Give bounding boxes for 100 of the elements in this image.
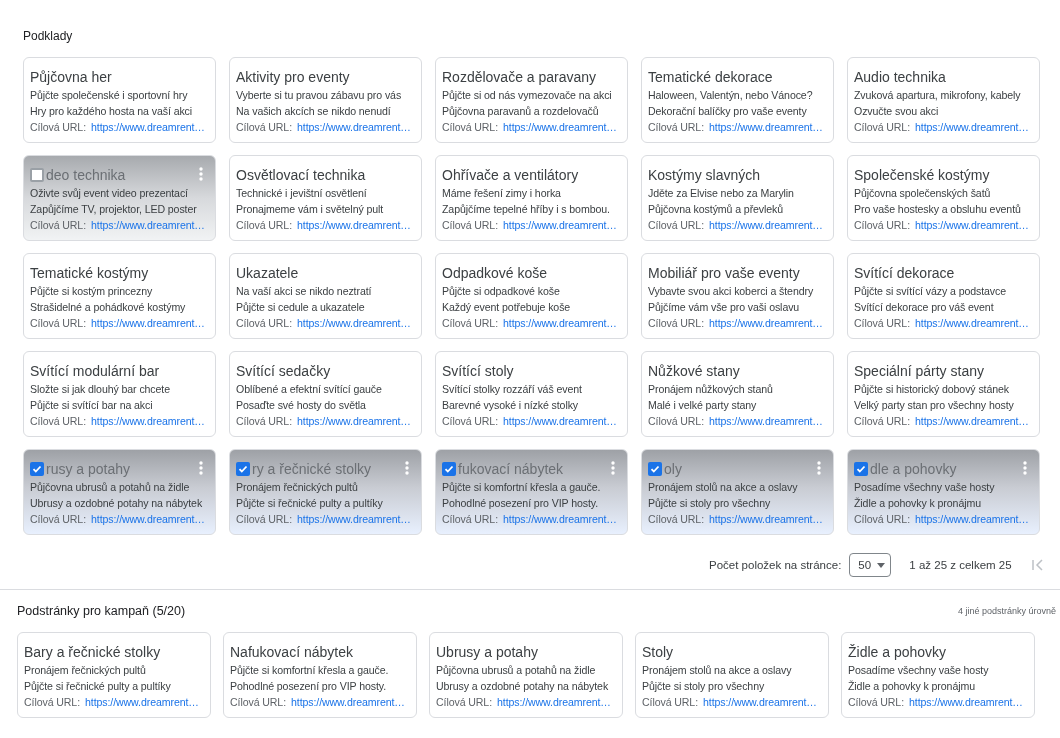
url-link[interactable]: https://www.dreamrent… (703, 694, 817, 710)
url-link[interactable]: https://www.dreamrent… (297, 217, 411, 233)
card-description: Pronájem stolů na akce a oslavy (648, 480, 798, 495)
subpage-card[interactable]: Ubrusy a potahy Půjčovna ubrusů a potahů na židle Ubrusy a ozdobné potahy na nábytek Cílová URL: https://www.dreamrent… (429, 632, 623, 718)
url-link[interactable]: https://www.dreamrent… (91, 413, 205, 429)
card-title: Ukazatele (236, 265, 299, 281)
url-link[interactable]: https://www.dreamrent… (709, 413, 823, 429)
asset-card[interactable]: Odpadkové koše Půjčte si odpadkové koše Každý event potřebuje koše Cílová URL: https://www.dreamrent… (435, 253, 628, 339)
subpage-card[interactable]: Nafukovací nábytek Půjčte si komfortní křesla a gauče. Pohodlné posezení pro VIP hosty. Cílová URL: https://www.dreamrent… (223, 632, 417, 718)
card-title: Půjčovna her (30, 69, 112, 85)
card-title: Odpadkové koše (442, 265, 548, 281)
url-link[interactable]: https://www.dreamrent… (297, 413, 411, 429)
per-page-label: Počet položek na stránce: (709, 559, 842, 571)
asset-card[interactable]: Svítící dekorace Půjčte si svítící vázy a podstavce Svítící dekorace pro váš event Cílová URL: https://www.dreamrent… (847, 253, 1040, 339)
asset-card[interactable]: Svítící sedačky Oblíbené a efektní svítící gauče Posaďte své hosty do světla Cílová URL: https://www.dreamrent… (229, 351, 422, 437)
url-link[interactable]: https://www.dreamrent… (915, 119, 1029, 135)
asset-card[interactable]: Kostýmy slavných Jděte za Elvise nebo za Marylin Půjčovna kostýmů a převleků Cílová URL: https://www.dreamrent… (641, 155, 834, 241)
card-description: Půjčte si kostým princezny (30, 284, 153, 299)
url-label: Cílová URL: (230, 695, 286, 710)
card-description: Zapůjčíme tepelné hříby i s bombou. (442, 202, 610, 217)
per-page-select[interactable]: 50 (849, 553, 892, 577)
card-title: Tematické kostýmy (30, 265, 149, 281)
url-link[interactable]: https://www.dreamrent… (297, 315, 411, 331)
url-link[interactable]: https://www.dreamrent… (297, 511, 411, 527)
url-link[interactable]: https://www.dreamrent… (91, 217, 205, 233)
card-title: Svítící sedačky (236, 363, 331, 379)
card-title: Kostýmy slavných (648, 167, 761, 183)
url-link[interactable]: https://www.dreamrent… (85, 694, 199, 710)
card-description: Pro vaše hostesky a obsluhu eventů (854, 202, 1021, 217)
asset-card[interactable]: Aktivity pro eventy Vyberte si tu pravou zábavu pro vás Na vašich akcích se nikdo nenudí Cílová URL: https://www.dreamrent… (229, 57, 422, 143)
asset-card[interactable]: Ohřívače a ventilátory Máme řešení zimy i horka Zapůjčíme tepelné hříby i s bombou. Cílová URL: https://www.dreamrent… (435, 155, 628, 241)
asset-card[interactable]: oly Pronájem stolů na akce a oslavy Půjčte si stoly pro všechny Cílová URL: https://www.dreamrent… (641, 449, 834, 535)
asset-card[interactable]: dle a pohovky Posadíme všechny vaše hosty Židle a pohovky k pronájmu Cílová URL: https://www.dreamrent… (847, 449, 1040, 535)
url-link[interactable]: https://www.dreamrent… (297, 119, 411, 135)
asset-card[interactable]: Tematické kostýmy Půjčte si kostým princezny Strašidelné a pohádkové kostýmy Cílová URL: https://www.dreamrent… (23, 253, 216, 339)
url-link[interactable]: https://www.dreamrent… (291, 694, 405, 710)
card-title: Stoly (642, 644, 674, 660)
subpages-note: 4 jiné podstránky úrovně (957, 606, 1056, 616)
url-link[interactable]: https://www.dreamrent… (909, 694, 1023, 710)
card-description: Půjčte si odpadkové koše (442, 284, 560, 299)
card-description: Velký party stan pro všechny hosty (854, 398, 1014, 413)
url-link[interactable]: https://www.dreamrent… (915, 315, 1029, 331)
url-label: Cílová URL: (648, 512, 704, 527)
url-link[interactable]: https://www.dreamrent… (915, 217, 1029, 233)
card-description: Vyberte si tu pravou zábavu pro vás (236, 88, 402, 103)
card-title: Svítící modulární bar (30, 363, 160, 379)
card-description: Půjčovna společenských šatů (854, 186, 991, 201)
card-description: Půjčte si komfortní křesla a gauče. (442, 480, 601, 495)
card-description: Hry pro každého hosta na vaší akci (30, 104, 193, 119)
url-label: Cílová URL: (30, 512, 86, 527)
url-label: Cílová URL: (436, 695, 492, 710)
card-description: Posaďte své hosty do světla (236, 398, 366, 413)
asset-card[interactable]: Nůžkové stany Pronájem nůžkových stanů Malé i velké party stany Cílová URL: https://www.dreamrent… (641, 351, 834, 437)
asset-card[interactable]: Speciální párty stany Půjčte si historický dobový stánek Velký party stan pro všechny hosty Cílová URL: https://www.dreamrent… (847, 351, 1040, 437)
asset-card[interactable]: Svítící modulární bar Složte si jak dlouhý bar chcete Půjčte si svítící bar na akci Cílová URL: https://www.dreamrent… (23, 351, 216, 437)
url-link[interactable]: https://www.dreamrent… (503, 315, 617, 331)
asset-card[interactable]: Tematické dekorace Haloween, Valentýn, nebo Vánoce? Dekorační balíčky pro vaše eventy Cílová URL: https://www.dreamrent… (641, 57, 834, 143)
asset-card[interactable]: Audio technika Zvuková apartura, mikrofony, kabely Ozvučte svou akci Cílová URL: https://www.dreamrent… (847, 57, 1040, 143)
card-description: Půjčte si cedule a ukazatele (236, 300, 365, 315)
asset-card[interactable]: deo technika Oživte svůj event video prezentací Zapůjčíme TV, projektor, LED poster Cílová URL: https://www.dreamrent… (23, 155, 216, 241)
subpage-card[interactable]: Stoly Pronájem stolů na akce a oslavy Půjčte si stoly pro všechny Cílová URL: https://www.dreamrent… (635, 632, 829, 718)
url-link[interactable]: https://www.dreamrent… (91, 315, 205, 331)
asset-card[interactable]: Rozdělovače a paravany Půjčte si od nás vymezovače na akci Půjčovna paravanů a rozdelovačů Cílová URL: https://www.dreamrent… (435, 57, 628, 143)
subpage-card[interactable]: Židle a pohovky Posadíme všechny vaše hosty Židle a pohovky k pronájmu Cílová URL: https://www.dreamrent… (841, 632, 1035, 718)
card-description: Na vašich akcích se nikdo nenudí (236, 104, 391, 119)
card-description: Jděte za Elvise nebo za Marylin (648, 186, 794, 201)
card-description: Zapůjčíme TV, projektor, LED poster (30, 202, 197, 217)
url-label: Cílová URL: (236, 414, 292, 429)
card-title: Audio technika (854, 69, 946, 85)
url-link[interactable]: https://www.dreamrent… (503, 413, 617, 429)
asset-card[interactable]: ry a řečnické stolky Pronájem řečnických pultů Půjčte si řečnické pulty a pultíky Cílová URL: https://www.dreamrent… (229, 449, 422, 535)
url-label: Cílová URL: (442, 512, 498, 527)
url-link[interactable]: https://www.dreamrent… (915, 511, 1029, 527)
url-link[interactable]: https://www.dreamrent… (915, 413, 1029, 429)
card-description: Ubrusy a ozdobné potahy na nábytek (30, 496, 203, 511)
asset-card[interactable]: Společenské kostýmy Půjčovna společenských šatů Pro vaše hostesky a obsluhu eventů Cílová URL: https://www.dreamrent… (847, 155, 1040, 241)
url-link[interactable]: https://www.dreamrent… (497, 694, 611, 710)
asset-card[interactable]: Osvětlovací technika Technické i jevištní osvětlení Pronajmeme vám i světelný pult Cílová URL: https://www.dreamrent… (229, 155, 422, 241)
asset-card[interactable]: Půjčovna her Půjčte společenské i sportovní hry Hry pro každého hosta na vaší akci Cílová URL: https://www.dreamrent… (23, 57, 216, 143)
url-link[interactable]: https://www.dreamrent… (709, 119, 823, 135)
url-link[interactable]: https://www.dreamrent… (91, 511, 205, 527)
url-link[interactable]: https://www.dreamrent… (503, 119, 617, 135)
url-link[interactable]: https://www.dreamrent… (709, 511, 823, 527)
asset-card[interactable]: fukovací nábytek Půjčte si komfortní křesla a gauče. Pohodlné posezení pro VIP hosty. Cílová URL: https://www.dreamrent… (435, 449, 628, 535)
asset-card[interactable]: Svítící stoly Svítící stolky rozzáří váš event Barevné vysoké i nízké stolky Cílová URL: https://www.dreamrent… (435, 351, 628, 437)
url-label: Cílová URL: (854, 218, 910, 233)
url-label: Cílová URL: (648, 316, 704, 331)
url-link[interactable]: https://www.dreamrent… (709, 315, 823, 331)
url-link[interactable]: https://www.dreamrent… (503, 217, 617, 233)
subpage-card[interactable]: Bary a řečnické stolky Pronájem řečnických pultů Půjčte si řečnické pulty a pultíky Cílová URL: https://www.dreamrent… (17, 632, 211, 718)
card-title: oly (664, 461, 682, 477)
asset-card[interactable]: Ukazatele Na vaší akci se nikdo neztratí Půjčte si cedule a ukazatele Cílová URL: https://www.dreamrent… (229, 253, 422, 339)
url-link[interactable]: https://www.dreamrent… (91, 119, 205, 135)
url-link[interactable]: https://www.dreamrent… (709, 217, 823, 233)
url-link[interactable]: https://www.dreamrent… (503, 511, 617, 527)
card-description: Židle a pohovky k pronájmu (848, 679, 975, 694)
asset-card[interactable]: rusy a potahy Půjčovna ubrusů a potahů na židle Ubrusy a ozdobné potahy na nábytek Cílová URL: https://www.dreamrent… (23, 449, 216, 535)
url-label: Cílová URL: (236, 512, 292, 527)
card-description: Na vaší akci se nikdo neztratí (236, 284, 372, 299)
asset-card[interactable]: Mobiliář pro vaše eventy Vybavte svou akci koberci a štendry Půjčíme vám vše pro vaši oslavu Cílová URL: https://www.dreamrent… (641, 253, 834, 339)
